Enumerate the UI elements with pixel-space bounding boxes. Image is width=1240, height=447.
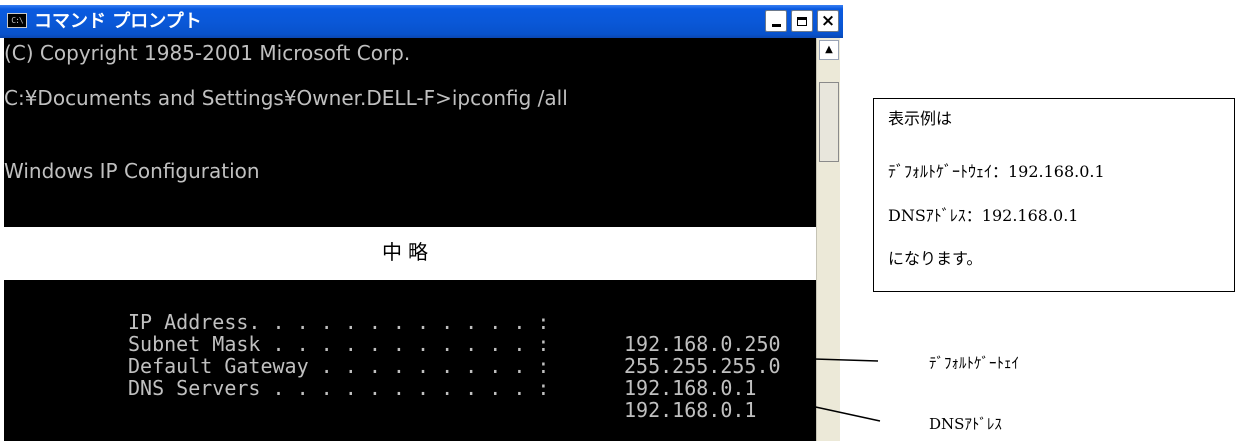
console-app-icon[interactable]: C:\: [7, 13, 27, 28]
close-icon: ×: [820, 10, 836, 31]
title-bar[interactable]: C:\ コマンド プロンプト ×: [0, 5, 843, 38]
minimize-button[interactable]: [765, 10, 787, 32]
callout-line-dns: DNSｱﾄﾞﾚｽ：192.168.0.1: [888, 206, 1079, 225]
omitted-section-label: 中略: [0, 227, 816, 280]
callout-line-closing: になります。: [888, 249, 983, 268]
config-value: 192.168.0.1: [624, 398, 757, 422]
command-prompt-window: C:\ コマンド プロンプト × (C) Copyright 1985-2001…: [0, 5, 843, 441]
maximize-button[interactable]: [791, 10, 813, 32]
callout-line-intro: 表示例は: [888, 109, 953, 128]
config-row-dns-servers: DNS Servers . . . . . . . . . . . : 192.…: [128, 355, 816, 443]
console-output-bottom[interactable]: IP Address. . . . . . . . . . . . : 192.…: [4, 280, 816, 441]
window-title: コマンド プロンプト: [34, 11, 202, 32]
console-line-ip-config-header: Windows IP Configuration: [4, 159, 260, 183]
console-line-command: C:¥Documents and Settings¥Owner.DELL-F>i…: [4, 86, 568, 110]
annotation-dns-label: DNSｱﾄﾞﾚｽ: [929, 415, 1002, 433]
vertical-scrollbar[interactable]: ▲: [816, 38, 840, 441]
close-button[interactable]: ×: [817, 10, 839, 32]
config-label: DNS Servers . . . . . . . . . . . :: [128, 376, 550, 400]
scroll-up-button[interactable]: ▲: [819, 40, 839, 60]
maximize-icon: [797, 16, 807, 26]
annotation-gateway-label: ﾃﾞﾌｫﾙﾄｹﾞｰﾄｪｲ: [929, 354, 1020, 372]
scroll-thumb[interactable]: [819, 82, 839, 162]
minimize-icon: [771, 23, 781, 27]
callout-line-gateway: ﾃﾞﾌｫﾙﾄｹﾞｰﾄｳｪｲ：192.168.0.1: [888, 162, 1105, 181]
explanation-callout-box: 表示例は ﾃﾞﾌｫﾙﾄｹﾞｰﾄｳｪｲ：192.168.0.1 DNSｱﾄﾞﾚｽ：…: [873, 98, 1235, 292]
console-output-top[interactable]: (C) Copyright 1985-2001 Microsoft Corp. …: [4, 38, 816, 227]
console-line-copyright: (C) Copyright 1985-2001 Microsoft Corp.: [4, 41, 411, 65]
